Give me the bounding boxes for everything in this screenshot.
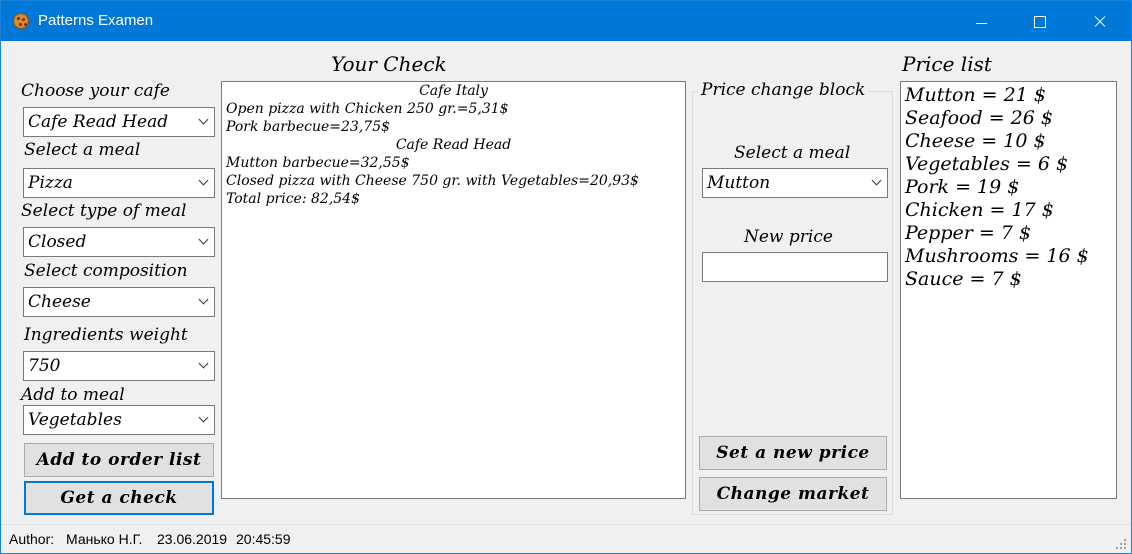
composition-value: Cheese [28,292,91,312]
meal-select-value: Pizza [28,173,73,193]
meal-type-value: Closed [28,232,87,252]
list-item: Pork = 19 $ [905,176,1020,198]
check-line: Pork barbecue=23,75$ [226,119,391,135]
window-title: Patterns Examen [38,12,154,29]
price-meal-select[interactable]: Mutton [702,168,888,198]
author-label: Author: [9,531,55,547]
check-title: Your Check [331,52,447,76]
new-price-input[interactable] [702,252,888,282]
chevron-down-icon [198,177,210,189]
add-to-meal-select[interactable]: Vegetables [23,405,215,435]
author-name: Манько Н.Г. [66,531,143,547]
meal-type-label: Select type of meal [21,201,187,221]
list-item: Seafood = 26 $ [905,107,1053,129]
composition-select[interactable]: Cheese [23,287,215,317]
status-time: 20:45:59 [236,531,291,547]
add-to-meal-value: Vegetables [28,410,122,430]
meal-label: Select a meal [24,140,141,160]
set-new-price-button[interactable]: Set a new price [699,436,887,470]
meal-select[interactable]: Pizza [23,168,215,198]
check-line: Mutton barbecue=32,55$ [226,155,410,171]
price-list-title: Price list [902,52,992,76]
list-item: Sauce = 7 $ [905,268,1022,290]
status-date: 23.06.2019 [157,531,228,547]
check-line: Cafe Italy [419,83,488,99]
check-line: Total price: 82,54$ [226,191,360,207]
main-window: Patterns Examen Choose your cafe Cafe Re… [0,0,1132,554]
add-to-order-button[interactable]: Add to order list [24,443,214,477]
check-textbox[interactable]: Cafe Italy Open pizza with Chicken 250 g… [221,81,686,499]
chevron-down-icon [871,177,883,189]
change-market-button[interactable]: Change market [699,477,887,511]
cafe-select[interactable]: Cafe Read Head [23,107,215,137]
price-list-box[interactable]: Mutton = 21 $ Seafood = 26 $ Cheese = 10… [900,81,1117,499]
weight-value: 750 [28,356,61,376]
weight-label: Ingredients weight [24,325,188,345]
list-item: Vegetables = 6 $ [905,153,1069,175]
minimize-button[interactable] [959,1,1005,41]
new-price-label: New price [744,227,833,247]
price-meal-value: Mutton [707,173,771,193]
close-button[interactable] [1077,1,1123,41]
list-item: Cheese = 10 $ [905,130,1046,152]
list-item: Chicken = 17 $ [905,199,1054,221]
resize-grip-icon[interactable] [1115,538,1127,550]
chevron-down-icon [198,116,210,128]
composition-label: Select composition [24,261,188,281]
chevron-down-icon [198,296,210,308]
add-to-meal-label: Add to meal [21,385,125,405]
pizza-icon [13,13,29,29]
list-item: Mutton = 21 $ [905,84,1046,106]
maximize-button[interactable] [1017,1,1063,41]
check-line: Cafe Read Head [395,137,512,153]
chevron-down-icon [198,236,210,248]
status-bar: Author: Манько Н.Г. 23.06.2019 20:45:59 [1,524,1131,553]
weight-select[interactable]: 750 [23,351,215,381]
meal-type-select[interactable]: Closed [23,227,215,257]
chevron-down-icon [198,360,210,372]
cafe-label: Choose your cafe [21,81,170,101]
cafe-select-value: Cafe Read Head [28,112,169,132]
list-item: Pepper = 7 $ [905,222,1032,244]
get-check-button[interactable]: Get a check [24,481,214,515]
check-line: Closed pizza with Cheese 750 gr. with Ve… [226,173,639,189]
chevron-down-icon [198,414,210,426]
check-line: Open pizza with Chicken 250 gr.=5,31$ [226,101,509,117]
price-change-title: Price change block [698,80,869,100]
title-bar[interactable]: Patterns Examen [1,1,1131,41]
list-item: Mushrooms = 16 $ [905,245,1089,267]
price-meal-label: Select a meal [734,143,851,163]
